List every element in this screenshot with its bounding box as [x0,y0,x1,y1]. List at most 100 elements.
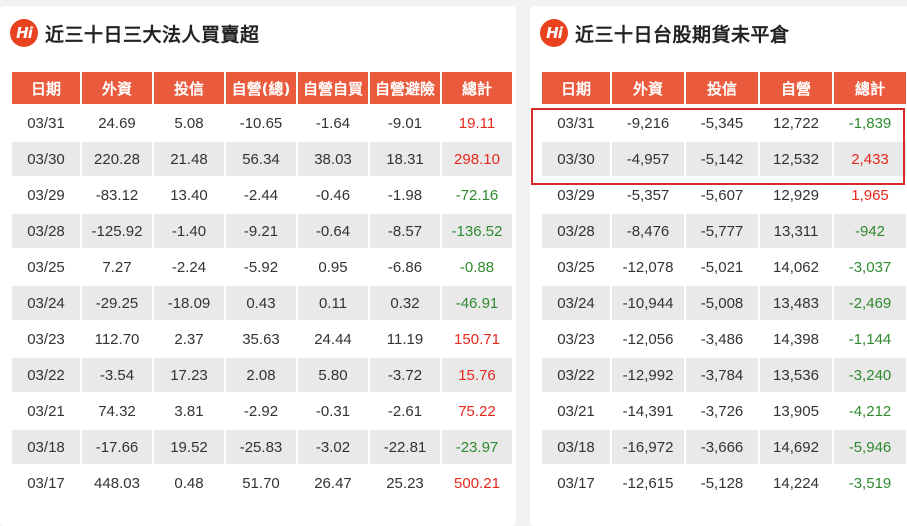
value-cell: -12,992 [612,358,684,392]
table-row: 03/25 7.27 -2.24 -5.92 0.95 -6.86 -0.88 [12,250,512,284]
hi-logo-icon: Hi [10,19,38,47]
column-header: 外資 [82,72,152,104]
table-row: 03/24 -10,944 -5,008 13,483 -2,469 [542,286,906,320]
value-cell: 13,905 [760,394,832,428]
date-cell: 03/23 [12,322,80,356]
table-row: 03/28 -125.92 -1.40 -9.21 -0.64 -8.57 -136.52 [12,214,512,248]
date-cell: 03/25 [542,250,610,284]
value-cell: -2.44 [226,178,296,212]
total-cell: -942 [834,214,906,248]
value-cell: 74.32 [82,394,152,428]
column-header: 自營(總) [226,72,296,104]
value-cell: 5.80 [298,358,368,392]
value-cell: -3,666 [686,430,758,464]
value-cell: 3.81 [154,394,224,428]
column-header: 自營避險 [370,72,440,104]
value-cell: 12,722 [760,106,832,140]
table-row: 03/17 448.03 0.48 51.70 26.47 25.23 500.21 [12,466,512,500]
table-header-row: 日期 外資 投信 自營 總計 [542,72,906,104]
total-cell: -0.88 [442,250,512,284]
total-cell: -3,037 [834,250,906,284]
value-cell: -22.81 [370,430,440,464]
value-cell: 0.32 [370,286,440,320]
value-cell: 35.63 [226,322,296,356]
total-cell: 2,433 [834,142,906,176]
total-cell: 150.71 [442,322,512,356]
value-cell: -4,957 [612,142,684,176]
column-header: 總計 [834,72,906,104]
value-cell: 25.23 [370,466,440,500]
date-cell: 03/18 [542,430,610,464]
date-cell: 03/31 [12,106,80,140]
table-row: 03/17 -12,615 -5,128 14,224 -3,519 [542,466,906,500]
value-cell: 7.27 [82,250,152,284]
total-cell: 298.10 [442,142,512,176]
date-cell: 03/18 [12,430,80,464]
value-cell: -14,391 [612,394,684,428]
table-row: 03/28 -8,476 -5,777 13,311 -942 [542,214,906,248]
value-cell: -9.01 [370,106,440,140]
value-cell: 11.19 [370,322,440,356]
value-cell: -0.46 [298,178,368,212]
value-cell: -9,216 [612,106,684,140]
column-header: 投信 [686,72,758,104]
column-header: 自營 [760,72,832,104]
value-cell: -3.02 [298,430,368,464]
value-cell: 17.23 [154,358,224,392]
total-cell: -4,212 [834,394,906,428]
value-cell: -5,607 [686,178,758,212]
date-cell: 03/30 [542,142,610,176]
date-cell: 03/21 [542,394,610,428]
date-cell: 03/22 [12,358,80,392]
value-cell: -8.57 [370,214,440,248]
table-row: 03/18 -16,972 -3,666 14,692 -5,946 [542,430,906,464]
table-header-row: 日期 外資 投信 自營(總) 自營自買 自營避險 總計 [12,72,512,104]
table-row: 03/21 -14,391 -3,726 13,905 -4,212 [542,394,906,428]
total-cell: 500.21 [442,466,512,500]
value-cell: 18.31 [370,142,440,176]
value-cell: -3.54 [82,358,152,392]
value-cell: -2.24 [154,250,224,284]
value-cell: 13,536 [760,358,832,392]
value-cell: -25.83 [226,430,296,464]
date-cell: 03/28 [12,214,80,248]
date-cell: 03/30 [12,142,80,176]
table-row: 03/25 -12,078 -5,021 14,062 -3,037 [542,250,906,284]
panel-title: 近三十日台股期貨未平倉 [575,23,790,46]
value-cell: -10,944 [612,286,684,320]
value-cell: -1.40 [154,214,224,248]
value-cell: -5,128 [686,466,758,500]
institutional-trading-panel: Hi 近三十日三大法人買賣超 日期 外資 投信 自營(總) 自營自買 自營避險 總計 03/… [0,6,516,526]
value-cell: -9.21 [226,214,296,248]
value-cell: -0.31 [298,394,368,428]
value-cell: 14,062 [760,250,832,284]
value-cell: -8,476 [612,214,684,248]
table-row: 03/23 112.70 2.37 35.63 24.44 11.19 150.71 [12,322,512,356]
value-cell: -3,784 [686,358,758,392]
value-cell: 26.47 [298,466,368,500]
value-cell: 0.43 [226,286,296,320]
value-cell: -12,056 [612,322,684,356]
column-header: 日期 [12,72,80,104]
value-cell: -5,008 [686,286,758,320]
column-header: 自營自買 [298,72,368,104]
date-cell: 03/17 [12,466,80,500]
value-cell: -5.92 [226,250,296,284]
value-cell: 14,692 [760,430,832,464]
date-cell: 03/29 [542,178,610,212]
value-cell: -3,486 [686,322,758,356]
date-cell: 03/29 [12,178,80,212]
value-cell: 24.69 [82,106,152,140]
total-cell: -72.16 [442,178,512,212]
value-cell: -18.09 [154,286,224,320]
value-cell: -3.72 [370,358,440,392]
date-cell: 03/22 [542,358,610,392]
value-cell: 21.48 [154,142,224,176]
value-cell: -5,021 [686,250,758,284]
table-row: 03/22 -12,992 -3,784 13,536 -3,240 [542,358,906,392]
value-cell: 0.48 [154,466,224,500]
total-cell: -1,144 [834,322,906,356]
value-cell: -5,777 [686,214,758,248]
value-cell: -83.12 [82,178,152,212]
total-cell: -136.52 [442,214,512,248]
